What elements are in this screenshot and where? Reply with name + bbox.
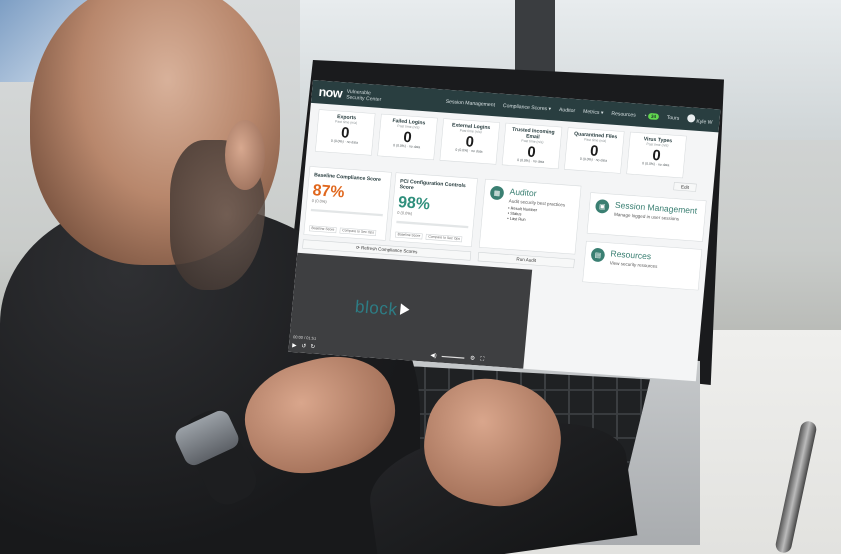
nav-tours[interactable]: Tours bbox=[667, 114, 680, 121]
auditor-widget[interactable]: ▦ Auditor Audit security best practices … bbox=[478, 178, 582, 255]
laptop-screen: now Vulnerable Security Center Session M… bbox=[288, 80, 721, 382]
avatar bbox=[686, 114, 696, 123]
nav-compliance-scores[interactable]: Compliance Scores ▾ bbox=[503, 102, 552, 112]
pci-configuration-score-card[interactable]: PCI Configuration Controls Score 98% 0 (… bbox=[389, 172, 478, 247]
fullscreen-icon[interactable]: ⛶ bbox=[480, 356, 485, 363]
forward-icon[interactable]: ↻ bbox=[310, 344, 315, 351]
nav-resources[interactable]: Resources bbox=[611, 110, 636, 117]
notification-badge: 34 bbox=[647, 112, 660, 121]
resources-icon: ▤ bbox=[590, 247, 606, 263]
resources-description: View security resources bbox=[609, 260, 658, 270]
stat-card-external-logins[interactable]: External Logins Past time (n/a) 0 0 (0.0… bbox=[439, 118, 501, 165]
volume-icon[interactable]: ◀) bbox=[430, 352, 437, 359]
score-footer-left[interactable]: Baseline Score bbox=[308, 225, 337, 234]
rewind-icon[interactable]: ↺ bbox=[301, 343, 306, 350]
video-player[interactable]: block 00:00 / 01:51 ▶ ↺ ↻ ◀) ⚙ ⛶ bbox=[288, 252, 533, 369]
edit-button[interactable]: Edit bbox=[673, 182, 697, 192]
score-bar bbox=[310, 208, 383, 217]
resources-widget[interactable]: ▤ Resources View security resources bbox=[582, 240, 703, 291]
score-bar bbox=[396, 220, 469, 229]
play-icon[interactable] bbox=[399, 303, 410, 316]
score-title: PCI Configuration Controls Score bbox=[399, 177, 467, 191]
video-timestamp: 00:00 / 01:51 bbox=[292, 335, 317, 342]
stat-card-failed-logins[interactable]: Failed Logins Past time (n/a) 0 0 (0.0%)… bbox=[377, 113, 438, 161]
user-menu[interactable]: Kyle W bbox=[686, 114, 713, 126]
score-footer-right[interactable]: Compare to Sec Ops bbox=[339, 227, 377, 236]
baseline-compliance-score-card[interactable]: Baseline Compliance Score 87% 0 (0.0%) B… bbox=[303, 166, 392, 241]
settings-icon[interactable]: ⚙ bbox=[470, 355, 476, 362]
stat-card-exports[interactable]: Exports Past time (n/a) 0 0 (0.0%) · no … bbox=[315, 109, 376, 156]
nav-metrics[interactable]: Metrics ▾ bbox=[583, 108, 604, 116]
notification-icon[interactable]: ◔ 34 bbox=[643, 112, 660, 121]
person-ear bbox=[225, 120, 265, 190]
nav-session-management[interactable]: Session Management bbox=[445, 98, 495, 107]
score-footer: Baseline Score Compare to Sec Ops bbox=[308, 225, 377, 236]
now-logo[interactable]: now bbox=[318, 84, 343, 101]
nav-auditor[interactable]: Auditor bbox=[559, 106, 576, 113]
session-management-widget[interactable]: ▣ Session Management Manage logged in us… bbox=[586, 192, 707, 242]
user-name: Kyle W bbox=[696, 118, 713, 126]
auditor-list: • Result Number • Status • Last Run bbox=[507, 206, 565, 226]
score-footer-left[interactable]: Baseline Score bbox=[394, 231, 423, 240]
score-footer: Baseline Score Compare to Sec Ops bbox=[394, 231, 463, 243]
stat-card-quarantined-files[interactable]: Quarantined Files Past time (n/a) 0 0 (0… bbox=[564, 127, 625, 174]
stat-card-trusted-email[interactable]: Trusted Incoming Email Past time (n/a) 0… bbox=[501, 122, 563, 170]
app-name: Vulnerable Security Center bbox=[345, 88, 382, 103]
play-button-icon[interactable]: ▶ bbox=[292, 342, 297, 349]
volume-slider[interactable] bbox=[441, 355, 465, 359]
auditor-icon: ▦ bbox=[489, 185, 505, 201]
stat-card-virus-types[interactable]: Virus Types Past time (n/a) 0 0 (0.0%) ·… bbox=[626, 131, 687, 179]
video-brand-text: block bbox=[354, 297, 399, 320]
session-icon: ▣ bbox=[594, 198, 610, 214]
run-audit-button[interactable]: Run Audit bbox=[477, 252, 575, 269]
score-footer-right[interactable]: Compare to Sec Ops bbox=[425, 233, 463, 243]
